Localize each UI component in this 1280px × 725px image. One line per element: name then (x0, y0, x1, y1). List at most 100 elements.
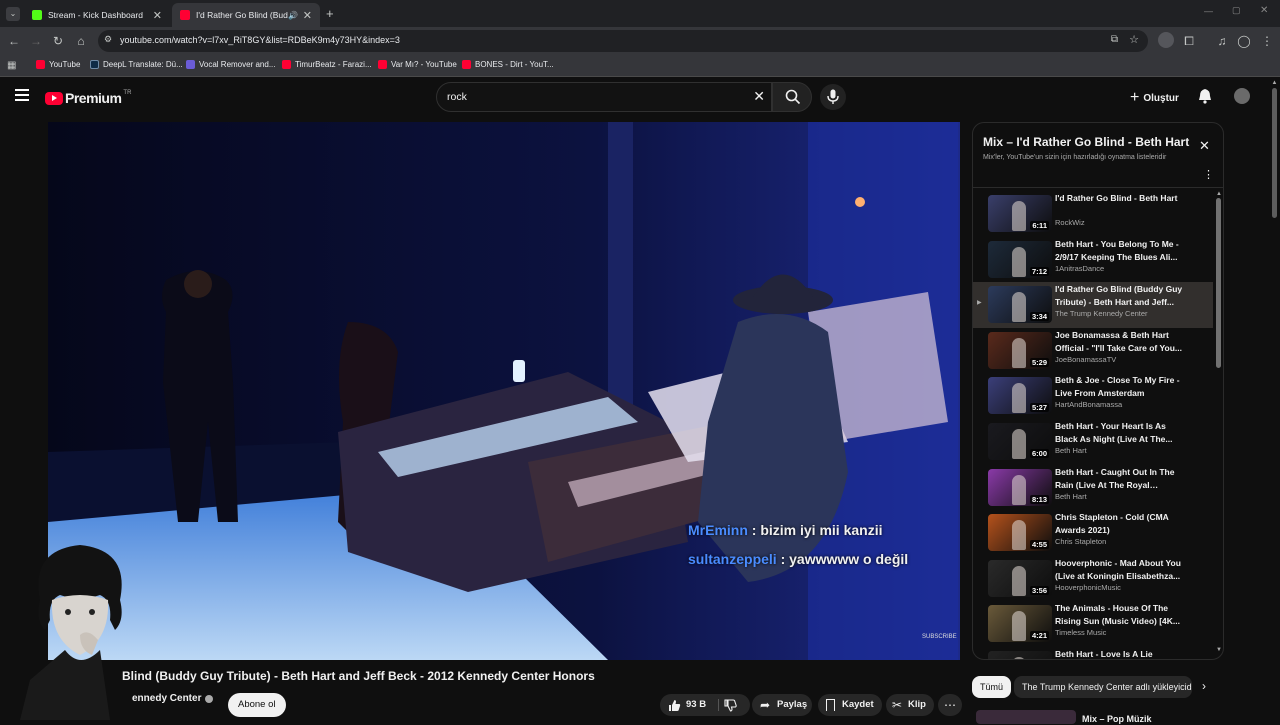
new-tab-button[interactable]: + (326, 6, 334, 21)
page-scrollbar-thumb[interactable] (1272, 88, 1277, 218)
playlist-item-thumbnail[interactable]: 5:27 (988, 377, 1052, 415)
address-bar[interactable]: ⚙ youtube.com/watch?v=l7xv_RiT8GY&list=R… (98, 30, 1148, 52)
minimize-window-button[interactable]: — (1204, 6, 1213, 16)
search-query-text: rock (447, 91, 467, 103)
extensions-puzzle-icon[interactable]: ⧠ (1181, 33, 1197, 49)
extension-shield-icon[interactable] (1158, 32, 1174, 48)
hamburger-menu-icon[interactable] (15, 89, 29, 101)
bookmark-youtube[interactable]: YouTube (36, 60, 80, 69)
tab-kick-dashboard[interactable]: Stream - Kick Dashboard ✕ (24, 3, 170, 27)
maximize-window-button[interactable]: ▢ (1232, 5, 1241, 16)
subscribe-label: Abone ol (238, 699, 276, 710)
playlist-item[interactable]: 4:21 The Animals - House Of The Rising Su… (973, 601, 1213, 647)
playlist-item[interactable]: 6:00 Beth Hart - Your Heart Is As Black A… (973, 419, 1213, 465)
youtube-header: Premium TR rock ✕ + Oluştur (0, 78, 1280, 118)
recommended-next-thumbnail[interactable] (976, 710, 1076, 724)
playlist-item-thumbnail[interactable]: 5:29 (988, 331, 1052, 369)
playlist-item-channel: RockWiz (1055, 218, 1085, 227)
playlist-item-thumbnail[interactable]: 3:56 (988, 559, 1052, 597)
clip-button[interactable]: ✂ Klip (886, 694, 934, 716)
save-button[interactable]: Kaydet (818, 694, 882, 716)
playlist-item[interactable]: 4:55 Chris Stapleton - Cold (CMA Awards 2… (973, 510, 1213, 556)
youtube-premium-logo[interactable]: Premium TR (45, 90, 131, 106)
country-code: TR (123, 90, 132, 96)
channel-name[interactable]: ennedy Center (132, 693, 214, 704)
playlist-item[interactable]: Beth Hart - Love Is A Lie (973, 647, 1213, 659)
browser-menu-icon[interactable]: ⋮ (1259, 33, 1275, 49)
playlist-item[interactable]: 3:56 Hooverphonic - Mad About You (Live a… (973, 556, 1213, 602)
mix-playlist-panel: Mix – I'd Rather Go Blind - Beth Hart Mi… (972, 122, 1224, 660)
media-controls-icon[interactable]: ♫ (1214, 33, 1230, 49)
playlist-item-thumbnail[interactable]: 8:13 (988, 468, 1052, 506)
playlist-item[interactable]: 5:27 Beth & Joe - Close To My Fire - Live… (973, 373, 1213, 419)
playlist-item[interactable]: ▶ 3:34 I'd Rather Go Blind (Buddy Guy Trib… (973, 282, 1213, 329)
forward-arrow-icon[interactable]: → (28, 33, 44, 49)
more-actions-button[interactable]: ⋯ (938, 694, 962, 716)
bookmark-deepl[interactable]: DeepL Translate: Dü... (90, 60, 183, 69)
chip-all[interactable]: Tümü (972, 676, 1012, 698)
bookmark-var-mi[interactable]: Var Mı? - YouTube (378, 60, 457, 69)
url-text: youtube.com/watch?v=l7xv_RiT8GY&list=RDB… (120, 35, 400, 45)
search-button[interactable] (772, 82, 812, 112)
subscribe-button[interactable]: Abone ol (228, 693, 286, 717)
playlist-menu-icon[interactable]: ⋮ (1203, 168, 1214, 181)
chips-next-arrow-icon[interactable]: › (1202, 679, 1206, 693)
playlist-item-thumbnail[interactable]: 4:21 (988, 605, 1052, 643)
playlist-item-thumbnail[interactable]: 6:11 (988, 195, 1052, 232)
bookmark-vocal-remover[interactable]: Vocal Remover and... (186, 60, 275, 69)
page-scrollbar[interactable]: ▲ (1271, 80, 1278, 720)
playlist-item[interactable]: 8:13 Beth Hart - Caught Out In The Rain (… (973, 465, 1213, 511)
playlist-item-thumbnail[interactable] (988, 651, 1052, 659)
recommended-next-title[interactable]: Mix – Pop Müzik (1082, 714, 1152, 724)
scrollbar-down-arrow-icon[interactable]: ▼ (1216, 647, 1222, 653)
share-button[interactable]: ➦ Paylaş (752, 694, 812, 716)
profile-icon[interactable]: ◯ (1236, 33, 1252, 49)
video-duration: 6:00 (1029, 449, 1049, 458)
page-scroll-up-arrow-icon[interactable]: ▲ (1271, 80, 1278, 86)
thumbnail-figure (1012, 611, 1026, 642)
close-window-button[interactable]: ✕ (1260, 5, 1268, 16)
scrollbar-up-arrow-icon[interactable]: ▲ (1216, 191, 1222, 197)
close-playlist-icon[interactable]: ✕ (1199, 138, 1210, 154)
avatar[interactable] (1234, 88, 1250, 104)
playlist-item[interactable]: 5:29 Joe Bonamassa & Beth Hart Official -… (973, 328, 1213, 374)
playlist-item[interactable]: 7:12 Beth Hart - You Belong To Me - 2/9/1… (973, 237, 1213, 283)
site-info-icon[interactable]: ⚙ (104, 34, 112, 45)
home-icon[interactable]: ⌂ (73, 33, 89, 49)
bookmark-bones-dirt[interactable]: BONES - Dirt - YouT... (462, 60, 554, 69)
bookmark-star-icon[interactable]: ☆ (1129, 33, 1139, 46)
tab-youtube-video[interactable]: I'd Rather Go Blind (Buddy G 🔊 ✕ (172, 3, 320, 27)
dislike-button[interactable] (724, 699, 737, 721)
search-input[interactable]: rock ✕ (436, 82, 772, 112)
install-app-icon[interactable]: ⧉ (1111, 34, 1118, 45)
streamer-webcam-image (20, 545, 122, 720)
video-duration: 3:34 (1029, 312, 1049, 322)
notifications-bell-icon[interactable] (1198, 88, 1212, 109)
back-arrow-icon[interactable]: ← (6, 33, 22, 49)
apps-grid-icon[interactable]: ▦ (7, 60, 16, 71)
playlist-item-thumbnail[interactable]: 3:34 (988, 286, 1052, 324)
reload-icon[interactable]: ↻ (50, 33, 66, 49)
thumbnail-figure (1012, 292, 1026, 323)
close-tab-icon[interactable]: ✕ (153, 9, 162, 22)
video-player[interactable]: MrEminn : bizim iyi mii kanzii sultanzep… (48, 122, 960, 660)
tab-list-chevron-icon[interactable]: ⌄ (6, 7, 20, 21)
clear-search-icon[interactable]: ✕ (753, 88, 765, 105)
bookmark-timurbeatz[interactable]: TimurBeatz - Farazi... (282, 60, 372, 69)
playlist-item-thumbnail[interactable]: 7:12 (988, 240, 1052, 278)
subscribe-watermark[interactable]: SUBSCRIBE (922, 634, 957, 640)
like-button[interactable]: 93 B (668, 694, 706, 716)
scrollbar-thumb[interactable] (1216, 198, 1221, 368)
playlist-item[interactable]: 6:11 I'd Rather Go Blind - Beth Hart RockW… (973, 191, 1213, 237)
playlist-item-thumbnail[interactable]: 6:00 (988, 423, 1052, 460)
playlist-item-channel: The Trump Kennedy Center (1055, 309, 1148, 319)
create-button[interactable]: + Oluştur (1130, 89, 1179, 107)
voice-search-button[interactable] (820, 84, 846, 110)
playlist-item-thumbnail[interactable]: 4:55 (988, 514, 1052, 552)
speaker-icon[interactable]: 🔊 (288, 11, 298, 20)
microphone-icon (827, 89, 839, 104)
youtube-favicon-icon (180, 10, 190, 20)
playlist-scrollbar[interactable]: ▲ ▼ (1216, 191, 1222, 659)
chip-uploader[interactable]: The Trump Kennedy Center adlı yükleyicid… (1014, 676, 1192, 698)
close-tab-icon[interactable]: ✕ (303, 9, 312, 22)
